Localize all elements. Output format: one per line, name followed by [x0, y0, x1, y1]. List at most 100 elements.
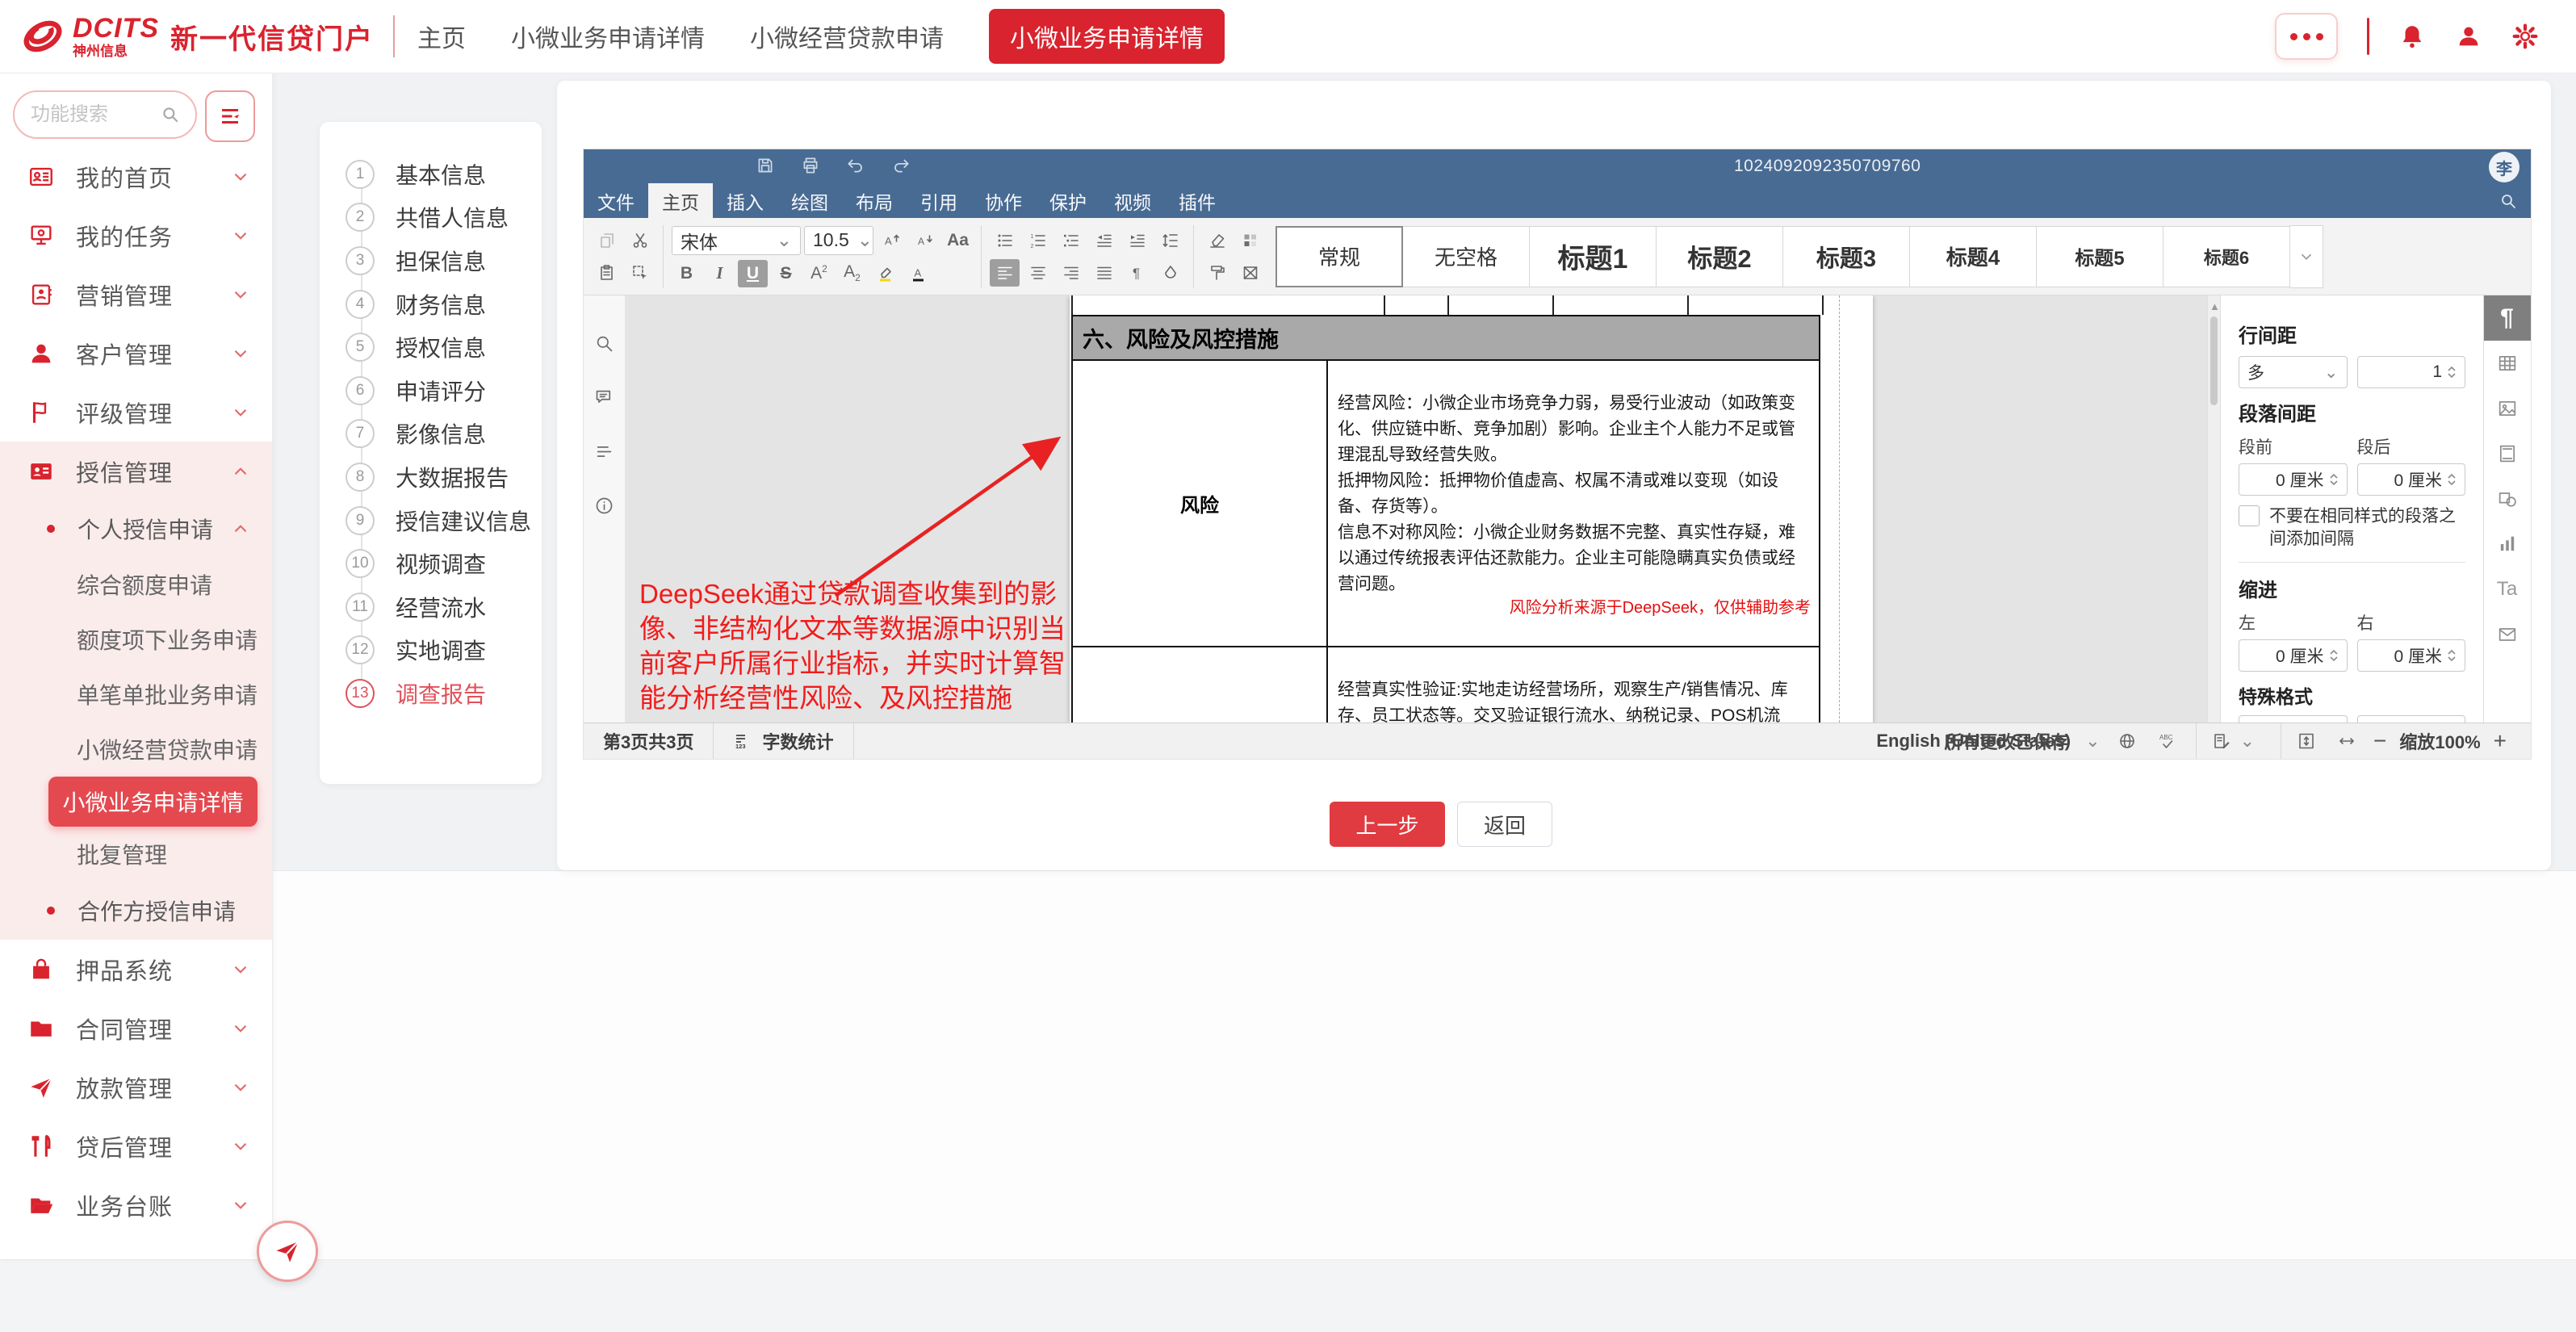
cut-button[interactable] — [625, 227, 655, 254]
document-page[interactable]: 六、风险及风控措施 风险 经营风险：小微企业市场竞争力弱，易受行业波动（如政策变… — [1070, 295, 1873, 723]
line-spacing-value-input[interactable]: 1 — [2357, 356, 2466, 388]
sidebar-item-个人授信申请[interactable]: 个人授信申请 — [0, 501, 272, 557]
step-7-影像信息[interactable]: 7影像信息 — [320, 413, 542, 456]
step-5-授权信息[interactable]: 5授权信息 — [320, 325, 542, 369]
justify-button[interactable] — [1089, 259, 1119, 287]
sidebar-item-额度项下业务申请[interactable]: 额度项下业务申请 — [0, 612, 272, 667]
sidebar-item-营销管理[interactable]: 营销管理 — [0, 265, 272, 324]
shading-button[interactable] — [1155, 259, 1185, 287]
mail-settings-tab[interactable] — [2484, 612, 2531, 657]
search-panel-button[interactable] — [593, 333, 615, 354]
previous-step-button[interactable]: 上一步 — [1330, 802, 1445, 847]
italic-button[interactable]: I — [705, 260, 735, 287]
style-标题6[interactable]: 标题6 — [2163, 226, 2290, 287]
bullets-button[interactable] — [990, 227, 1020, 254]
top-tab-1[interactable]: 主页 — [417, 19, 466, 54]
comment-panel-button[interactable] — [593, 387, 615, 408]
textart-settings-tab[interactable]: Ta — [2484, 567, 2531, 612]
sidebar-item-批复管理[interactable]: 批复管理 — [0, 827, 272, 882]
paragraph-settings-tab[interactable]: ¶ — [2484, 295, 2531, 341]
strike-button[interactable]: S — [771, 260, 801, 287]
editor-tab-插件[interactable]: 插件 — [1165, 183, 1229, 218]
indent-button[interactable] — [1122, 227, 1152, 254]
linespacing-button[interactable] — [1155, 227, 1185, 254]
sidebar-item-单笔单批业务申请[interactable]: 单笔单批业务申请 — [0, 667, 272, 722]
special-format-amount-input[interactable]: 0 厘米 — [2357, 715, 2466, 723]
more-apps-button[interactable] — [2275, 13, 2338, 60]
editor-search-button[interactable] — [2499, 183, 2518, 218]
style-标题4[interactable]: 标题4 — [1909, 226, 2037, 287]
style-标题2[interactable]: 标题2 — [1656, 226, 1783, 287]
theme-button[interactable] — [1235, 227, 1265, 254]
step-1-基本信息[interactable]: 1基本信息 — [320, 153, 542, 196]
top-tab-4[interactable]: 小微业务申请详情 — [989, 9, 1225, 64]
grow-font-button[interactable]: A — [877, 227, 907, 254]
chart-settings-tab[interactable] — [2484, 521, 2531, 567]
top-tab-2[interactable]: 小微业务申请详情 — [511, 19, 705, 54]
menu-collapse-button[interactable] — [205, 90, 255, 142]
word-count-button[interactable]: 123 字数统计 — [714, 723, 853, 759]
underline-button[interactable]: U — [738, 260, 768, 287]
superscript-button[interactable]: A2 — [804, 260, 834, 287]
logo[interactable]: DCITS 神州信息 新一代信贷门户 — [18, 11, 374, 61]
sidebar-item-放款管理[interactable]: 放款管理 — [0, 1058, 272, 1116]
sidebar-item-我的首页[interactable]: 我的首页 — [0, 147, 272, 206]
sidebar-item-评级管理[interactable]: 评级管理 — [0, 383, 272, 442]
table-settings-tab[interactable] — [2484, 341, 2531, 386]
numbered-button[interactable]: 12 — [1023, 227, 1053, 254]
checkbox[interactable] — [2239, 505, 2260, 526]
sidebar-item-押品系统[interactable]: 押品系统 — [0, 940, 272, 999]
step-2-共借人信息[interactable]: 2共借人信息 — [320, 196, 542, 240]
headings-panel-button[interactable] — [593, 441, 615, 463]
editor-tab-布局[interactable]: 布局 — [842, 183, 907, 218]
indent-right-input[interactable]: 0 厘米 — [2357, 639, 2466, 672]
indent-left-input[interactable]: 0 厘米 — [2239, 639, 2348, 672]
user-avatar[interactable]: 李 — [2489, 152, 2519, 182]
sidebar-item-小微业务申请详情[interactable]: 小微业务申请详情 — [48, 777, 258, 827]
page-indicator[interactable]: 第3页共3页 — [584, 723, 714, 759]
after-spacing-input[interactable]: 0 厘米 — [2357, 463, 2466, 496]
paste-button[interactable] — [592, 259, 622, 287]
print-button[interactable] — [800, 155, 821, 176]
step-9-授信建议信息[interactable]: 9授信建议信息 — [320, 499, 542, 542]
fmtpaint-button[interactable] — [1202, 259, 1232, 287]
select-button[interactable] — [625, 259, 655, 287]
style-标题3[interactable]: 标题3 — [1782, 226, 1910, 287]
clearfmt-button[interactable] — [1202, 227, 1232, 254]
step-11-经营流水[interactable]: 11经营流水 — [320, 585, 542, 629]
info-panel-button[interactable] — [593, 495, 615, 517]
editor-tab-协作[interactable]: 协作 — [971, 183, 1036, 218]
style-无空格[interactable]: 无空格 — [1402, 226, 1530, 287]
change-case-button[interactable]: Aa — [943, 227, 973, 254]
editor-tab-插入[interactable]: 插入 — [713, 183, 777, 218]
editor-tab-视频[interactable]: 视频 — [1100, 183, 1165, 218]
editor-tab-主页[interactable]: 主页 — [648, 183, 713, 218]
alignR-button[interactable] — [1056, 259, 1086, 287]
font-name-select[interactable]: 宋体 ⌄ — [672, 226, 801, 255]
scroll-up-arrow[interactable]: ▲ — [2209, 300, 2220, 312]
shape-settings-tab[interactable] — [2484, 476, 2531, 521]
settings-button[interactable] — [2511, 23, 2539, 50]
sidebar-item-综合额度申请[interactable]: 综合额度申请 — [0, 557, 272, 612]
image-settings-tab[interactable] — [2484, 386, 2531, 431]
before-spacing-input[interactable]: 0 厘米 — [2239, 463, 2348, 496]
top-tab-3[interactable]: 小微经营贷款申请 — [750, 19, 944, 54]
editor-tab-引用[interactable]: 引用 — [907, 183, 971, 218]
scrollbar-thumb[interactable] — [2210, 316, 2218, 405]
style-标题5[interactable]: 标题5 — [2036, 226, 2163, 287]
subscript-button[interactable]: A2 — [837, 260, 867, 287]
step-4-财务信息[interactable]: 4财务信息 — [320, 283, 542, 326]
save-button[interactable] — [755, 155, 776, 176]
sidebar-item-小微经营贷款申请[interactable]: 小微经营贷款申请 — [0, 722, 272, 777]
sidebar-item-合作方授信申请[interactable]: 合作方授信申请 — [0, 882, 272, 940]
alignC-button[interactable] — [1023, 259, 1053, 287]
sidebar-item-我的任务[interactable]: 我的任务 — [0, 206, 272, 265]
undo-button[interactable] — [845, 155, 866, 176]
alignL-button[interactable] — [990, 259, 1020, 287]
outdent-button[interactable] — [1089, 227, 1119, 254]
font-size-select[interactable]: 10.5 ⌄ — [804, 226, 873, 255]
line-spacing-mode-select[interactable]: 多⌄ — [2239, 356, 2348, 388]
copy-button[interactable] — [592, 227, 622, 254]
style-常规[interactable]: 常规 — [1275, 226, 1403, 287]
step-8-大数据报告[interactable]: 8大数据报告 — [320, 455, 542, 499]
